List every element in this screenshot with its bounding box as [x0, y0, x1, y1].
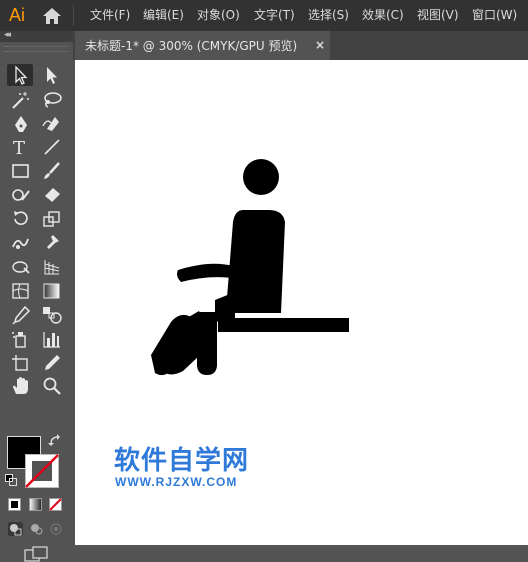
watermark-title: 软件自学网 — [114, 446, 250, 476]
scale-tool-icon[interactable] — [41, 209, 63, 229]
blend-tool-icon[interactable] — [41, 305, 63, 325]
color-mode-icon[interactable] — [8, 498, 21, 511]
curvature-tool-icon[interactable] — [41, 114, 63, 134]
shaper-tool-icon[interactable] — [10, 185, 32, 205]
paintbrush-tool-icon[interactable] — [41, 161, 63, 181]
menu-window[interactable]: 窗口(W) — [472, 7, 517, 23]
panel-grip[interactable] — [4, 46, 68, 52]
eyedropper-tool-icon[interactable] — [10, 305, 32, 325]
home-icon[interactable] — [42, 7, 62, 25]
shape-builder-tool-icon[interactable] — [10, 257, 32, 277]
direct-selection-tool-icon[interactable] — [42, 65, 64, 85]
artboard-tool-icon[interactable] — [10, 353, 32, 373]
hand-tool-icon[interactable] — [10, 376, 32, 396]
zoom-tool-icon[interactable] — [41, 376, 63, 396]
magic-wand-tool-icon[interactable] — [10, 90, 32, 110]
type-tool-glyph: T — [13, 138, 25, 157]
document-tab-title: 未标题-1* @ 300% (CMYK/GPU 预览) — [85, 39, 298, 53]
menu-type[interactable]: 文字(T) — [254, 7, 295, 23]
document-tab-bar: 未标题-1* @ 300% (CMYK/GPU 预览) × — [73, 31, 528, 60]
figure-shin-front — [197, 312, 217, 375]
watermark-url: WWW.RJZXW.COM — [115, 475, 238, 489]
tools-panel-header: ◂◂ — [0, 30, 73, 42]
perspective-grid-tool-icon[interactable] — [41, 257, 63, 277]
gradient-tool-icon[interactable] — [41, 281, 63, 301]
close-tab-icon[interactable]: × — [315, 37, 325, 53]
figure-arm — [177, 263, 233, 282]
swap-fill-stroke-icon[interactable] — [48, 434, 62, 448]
pen-tool-icon[interactable] — [10, 114, 32, 134]
collapse-panel-icon[interactable]: ◂◂ — [4, 30, 11, 40]
menu-effect[interactable]: 效果(C) — [362, 7, 404, 23]
menu-edit[interactable]: 编辑(E) — [143, 7, 184, 23]
rotate-tool-icon[interactable] — [10, 209, 32, 229]
selection-tool-icon[interactable] — [7, 64, 33, 86]
menu-separator — [73, 5, 74, 26]
chair-seat — [218, 318, 349, 332]
lasso-tool-icon[interactable] — [41, 90, 63, 110]
menu-file[interactable]: 文件(F) — [90, 7, 130, 23]
rectangle-tool-icon[interactable] — [10, 161, 32, 181]
screen-mode-icon[interactable] — [24, 546, 48, 562]
document-tab[interactable]: 未标题-1* @ 300% (CMYK/GPU 预览) × — [75, 31, 330, 60]
default-fill-stroke-icon[interactable] — [5, 474, 17, 486]
menu-select[interactable]: 选择(S) — [308, 7, 349, 23]
draw-behind-icon[interactable] — [29, 522, 44, 536]
menu-bar: Ai 文件(F) 编辑(E) 对象(O) 文字(T) 选择(S) 效果(C) 视… — [0, 0, 528, 31]
artboard-canvas[interactable]: 软件自学网 WWW.RJZXW.COM — [75, 60, 528, 545]
type-tool-icon[interactable]: T — [10, 137, 32, 157]
puppet-warp-tool-icon[interactable] — [41, 233, 63, 253]
tools-panel: ◂◂ T — [0, 30, 73, 562]
figure-hip — [215, 292, 235, 322]
eraser-tool-icon[interactable] — [41, 185, 63, 205]
column-graph-tool-icon[interactable] — [41, 329, 63, 349]
slice-tool-icon[interactable] — [41, 353, 63, 373]
menu-view[interactable]: 视图(V) — [417, 7, 459, 23]
app-logo: Ai — [9, 5, 26, 25]
menu-object[interactable]: 对象(O) — [197, 7, 240, 23]
figure-head — [243, 159, 279, 195]
stroke-color-swatch[interactable] — [25, 454, 59, 488]
mesh-tool-icon[interactable] — [10, 281, 32, 301]
draw-normal-icon[interactable] — [8, 522, 23, 536]
none-mode-icon[interactable] — [49, 498, 62, 511]
draw-inside-icon[interactable] — [49, 522, 64, 536]
warp-tool-icon[interactable] — [10, 233, 32, 253]
line-segment-tool-icon[interactable] — [41, 137, 63, 157]
symbol-sprayer-tool-icon[interactable] — [10, 329, 32, 349]
gradient-mode-icon[interactable] — [29, 498, 42, 511]
